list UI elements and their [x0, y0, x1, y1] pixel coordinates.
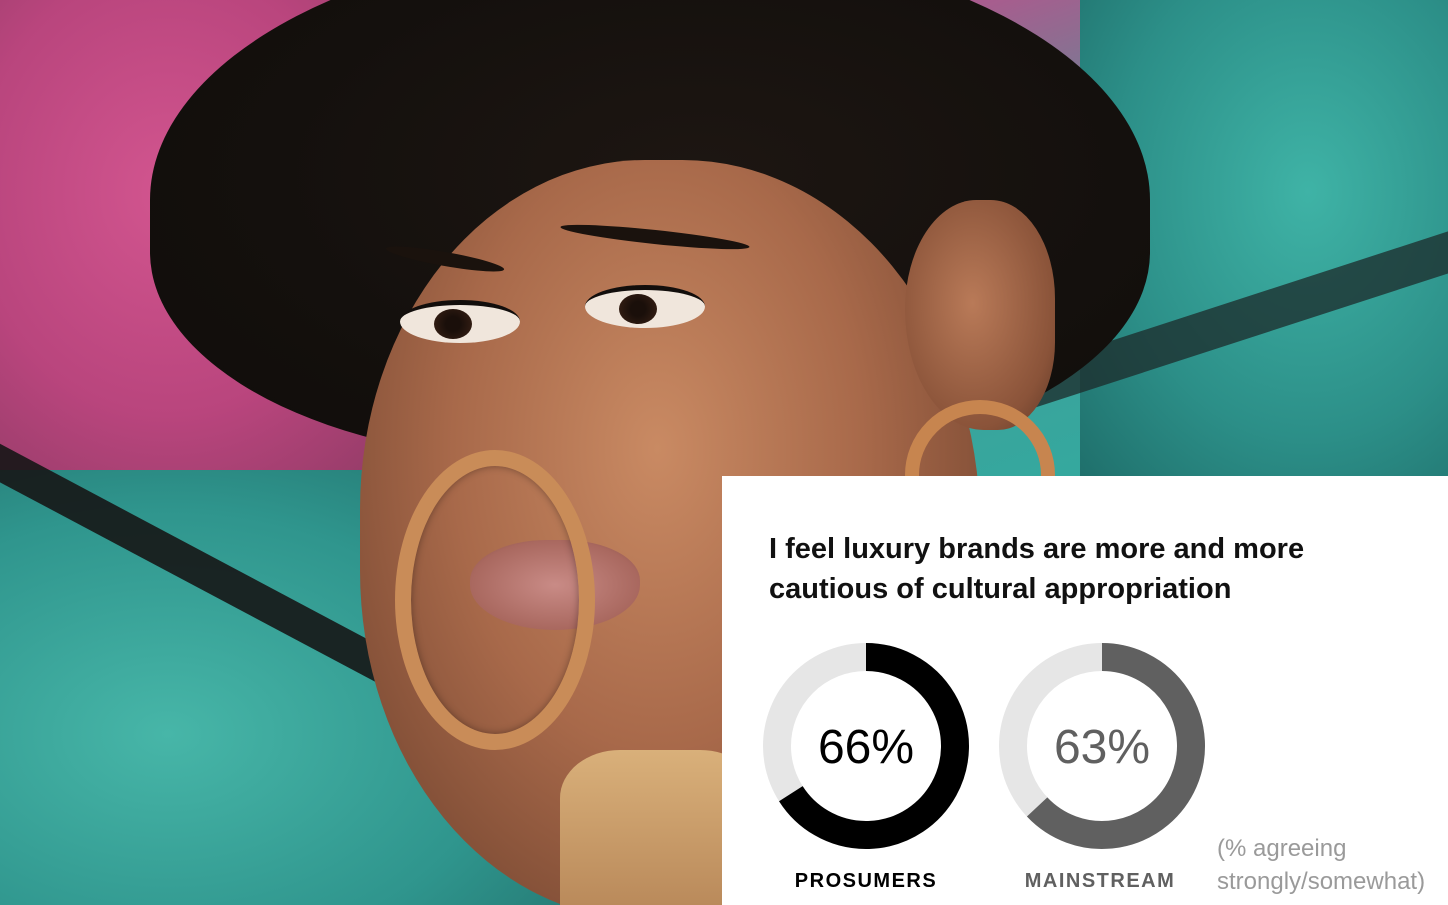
eye-right — [585, 285, 705, 328]
chart-panel: I feel luxury brands are more and more c… — [722, 476, 1448, 905]
chart-note: (% agreeing strongly/somewhat) — [1217, 835, 1426, 895]
donut-value-mainstream: 63% — [1054, 721, 1150, 774]
donut-value-prosumers: 66% — [818, 721, 914, 774]
category-label-mainstream: MAINSTREAM — [1024, 870, 1176, 892]
eye-left — [400, 300, 520, 343]
hoop-earring-left — [395, 450, 595, 750]
category-label-prosumers: PROSUMERS — [794, 870, 938, 892]
